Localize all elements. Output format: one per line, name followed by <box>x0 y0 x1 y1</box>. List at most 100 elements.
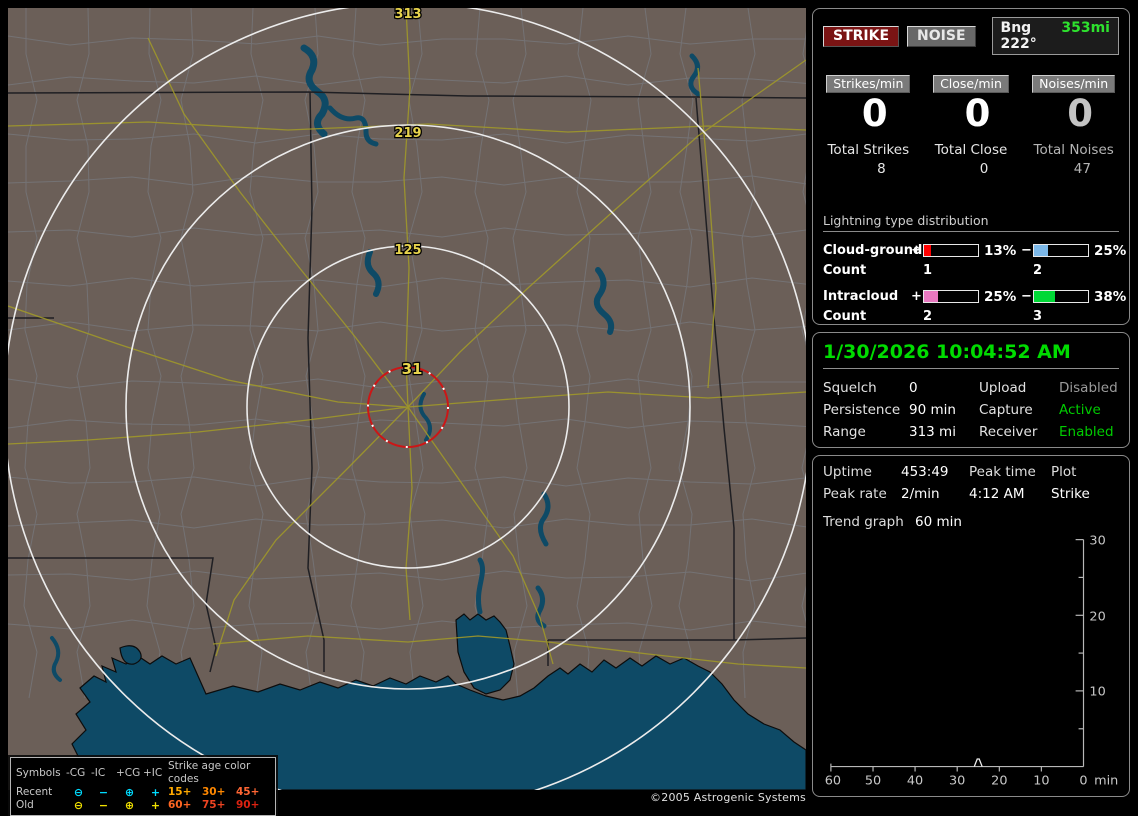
plus-sign: + <box>911 289 922 305</box>
bearing-distance: 353mi <box>1061 20 1110 36</box>
ring-label-31: 31 <box>402 360 423 378</box>
svg-text:20: 20 <box>991 773 1007 788</box>
neg-ic-old-icon: − <box>98 799 109 812</box>
plot-value: Strike <box>1051 486 1090 502</box>
close-per-min-chip: Close/min <box>933 75 1009 93</box>
legend-symbols-header: Symbols <box>16 766 61 779</box>
ic-positive-pct: 25% <box>984 288 1017 305</box>
age-45: 45+ <box>236 786 260 798</box>
plot-label: Plot <box>1051 464 1077 480</box>
persistence-label: Persistence <box>823 402 901 418</box>
cg-negative-bar <box>1033 244 1089 258</box>
cg-positive-count: 1 <box>923 263 933 279</box>
current-datetime: 1/30/2026 10:04:52 AM <box>823 341 1119 369</box>
age-75: 75+ <box>202 799 226 811</box>
intracloud-row: Intracloud + 25% − 38% <box>823 287 1127 307</box>
total-strikes-value: 8 <box>877 160 886 177</box>
lightning-distribution: Lightning type distribution Cloud-ground… <box>823 213 1127 327</box>
minus-sign: − <box>1021 289 1032 305</box>
svg-text:30: 30 <box>1089 534 1105 549</box>
capture-status: Active <box>1059 402 1101 418</box>
trend-window-value: 60 min <box>915 514 962 530</box>
ic-positive-count: 2 <box>923 309 933 325</box>
noises-per-min-chip: Noises/min <box>1032 75 1116 93</box>
peak-rate-label: Peak rate <box>823 486 887 502</box>
ic-negative-count: 3 <box>1033 309 1043 325</box>
age-90: 90+ <box>236 799 260 811</box>
intracloud-count-row: Count 2 3 <box>823 307 1119 327</box>
ring-label-219: 219 <box>394 126 421 141</box>
total-close-label: Total Close <box>934 141 1008 158</box>
count-label: Count <box>823 263 867 279</box>
status-panel: 1/30/2026 10:04:52 AM Squelch 0 Upload D… <box>812 332 1130 448</box>
close-per-min-value: 0 <box>964 92 991 135</box>
cg-negative-fill <box>1034 245 1048 257</box>
x-axis-unit: min <box>1094 773 1118 788</box>
svg-text:40: 40 <box>907 773 923 788</box>
ic-negative-pct: 38% <box>1094 288 1127 305</box>
squelch-label: Squelch <box>823 380 877 396</box>
intracloud-label: Intracloud <box>823 289 899 305</box>
legend-age-header: Strike age color codes <box>168 760 251 785</box>
total-strikes-label: Total Strikes <box>827 141 910 158</box>
trend-panel: Uptime 453:49 Peak time Plot Peak rate 2… <box>812 455 1130 797</box>
uptime-value: 453:49 <box>901 464 949 480</box>
svg-text:30: 30 <box>949 773 965 788</box>
legend-old-label: Old <box>16 799 34 811</box>
receiver-status: Enabled <box>1059 424 1114 440</box>
ic-positive-fill <box>924 291 938 303</box>
pos-cg-recent-icon: ⊕ <box>124 786 135 799</box>
uptime-label: Uptime <box>823 464 872 480</box>
minus-sign: − <box>1021 243 1032 259</box>
trend-graph-label: Trend graph <box>823 514 904 530</box>
neg-cg-old-icon: ⊖ <box>73 799 84 812</box>
symbols-legend: Symbols -CG -IC +CG +IC Strike age color… <box>10 757 276 816</box>
total-noises-label: Total Noises <box>1033 141 1114 158</box>
age-60: 60+ <box>168 799 192 811</box>
receiver-label: Receiver <box>979 424 1038 440</box>
svg-text:10: 10 <box>1033 773 1049 788</box>
range-value: 313 mi <box>909 424 956 440</box>
peak-rate-value: 2/min <box>901 486 940 502</box>
peak-time-label: Peak time <box>969 464 1036 480</box>
pos-cg-old-icon: ⊕ <box>124 799 135 812</box>
upload-status: Disabled <box>1059 380 1118 396</box>
strikes-per-min-value: 0 <box>861 92 888 135</box>
strike-trend-chart: 30 20 10 60 50 40 30 20 10 0 min <box>825 534 1119 788</box>
neg-cg-recent-icon: ⊖ <box>73 786 84 799</box>
legend-col-neg-ic: -IC <box>91 766 106 779</box>
cg-positive-pct: 13% <box>984 242 1017 259</box>
cloud-ground-row: Cloud-ground + 13% − 25% <box>823 241 1127 261</box>
pos-ic-old-icon: + <box>150 799 161 812</box>
ic-positive-bar <box>923 290 979 304</box>
svg-text:20: 20 <box>1089 610 1105 625</box>
ring-label-313: 313 <box>394 8 421 22</box>
squelch-value: 0 <box>909 380 918 396</box>
total-close-value: 0 <box>979 160 989 177</box>
age-15: 15+ <box>168 786 192 798</box>
app-window: { "map": { "ring_labels": { "r313": "313… <box>0 0 1138 816</box>
svg-text:50: 50 <box>865 773 881 788</box>
cloud-ground-count-row: Count 1 2 <box>823 261 1119 281</box>
trend-series-spike <box>973 758 983 767</box>
legend-col-neg-cg: -CG <box>66 766 86 779</box>
bearing-value: Bng 222° <box>1000 20 1037 52</box>
cg-positive-fill <box>924 245 932 257</box>
legend-col-pos-ic: +IC <box>143 766 163 779</box>
cg-negative-pct: 25% <box>1094 242 1127 259</box>
plus-sign: + <box>911 243 922 259</box>
legend-recent-label: Recent <box>16 786 53 798</box>
distribution-header: Lightning type distribution <box>823 213 1119 232</box>
chart-axes <box>830 539 1085 772</box>
age-30: 30+ <box>202 786 226 798</box>
ring-label-125: 125 <box>394 243 421 258</box>
strike-mode-button[interactable]: STRIKE <box>823 25 900 47</box>
svg-text:60: 60 <box>825 773 841 788</box>
lightning-map[interactable]: 313 219 125 31 <box>8 8 806 790</box>
strike-stats-panel: STRIKE NOISE Bng 222° 353mi Strikes/min … <box>812 8 1130 325</box>
noises-per-min-value: 0 <box>1067 92 1093 135</box>
strikes-per-min-chip: Strikes/min <box>826 75 911 93</box>
noise-mode-button[interactable]: NOISE <box>907 25 976 47</box>
bearing-readout: Bng 222° 353mi <box>991 17 1119 55</box>
legend-col-pos-cg: +CG <box>116 766 141 779</box>
